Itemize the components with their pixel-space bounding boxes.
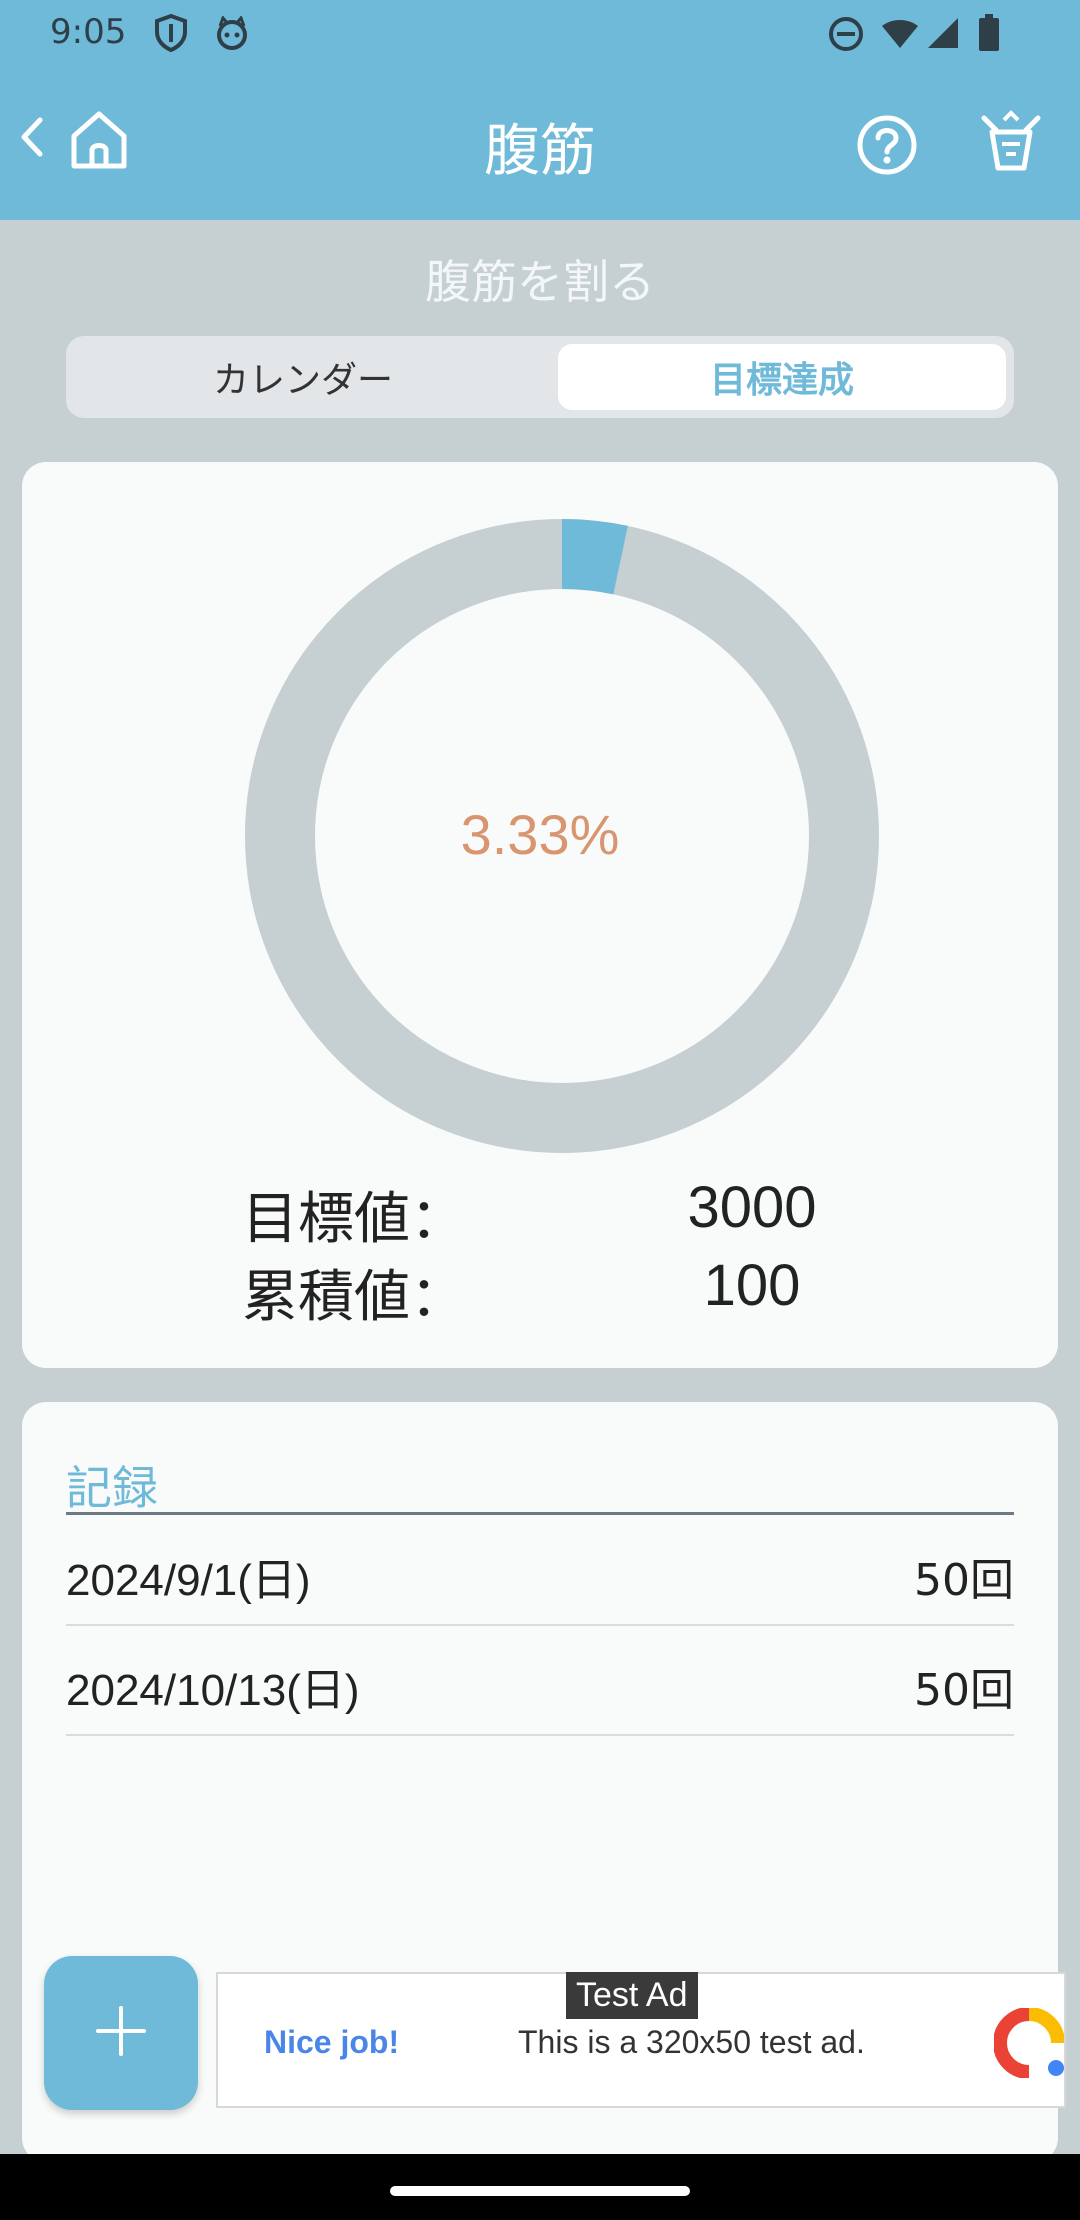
help-icon[interactable] [856,114,918,180]
system-nav-bar [0,2154,1080,2220]
wifi-icon [880,18,920,54]
records-divider [66,1512,1014,1515]
status-time: 9:05 [50,12,127,52]
app-bar: 腹筋 [0,66,1080,220]
target-value: 3000 [687,1175,817,1240]
ad-body: This is a 320x50 test ad. [518,2024,865,2060]
tab-goal-achievement[interactable]: 目標達成 [558,344,1006,410]
plus-icon [96,2006,146,2060]
signal-icon [926,16,960,54]
record-count: 50回 [914,1665,1014,1716]
view-tabs: カレンダー 目標達成 [66,336,1014,418]
target-label: 目標値： [242,1187,466,1252]
goal-card: 3.33% 目標値： 3000 累積値： 100 [22,462,1058,1368]
app-title: 腹筋 [484,119,596,184]
shield-icon [154,13,188,56]
ad-banner[interactable]: Test Ad Nice job! This is a 320x50 test … [216,1972,1066,2108]
goal-percent: 3.33% [460,803,620,866]
record-date: 2024/10/13(日) [66,1666,360,1715]
cat-face-icon [214,15,250,54]
trophy-icon[interactable] [978,110,1044,180]
battery-icon [978,14,1000,56]
record-date: 2024/9/1(日) [66,1556,311,1605]
ad-headline: Nice job! [264,2024,400,2060]
record-row[interactable]: 2024/10/13(日) 50回 [66,1626,1014,1736]
donut-progress [561,519,628,595]
cumulative-value: 100 [703,1253,801,1318]
record-row[interactable]: 2024/9/1(日) 50回 [66,1516,1014,1626]
home-gesture-handle[interactable] [390,2186,690,2196]
ad-tag: Test Ad [566,1972,698,2019]
ad-logo-icon [993,2007,1065,2082]
cumulative-label: 累積値： [242,1265,466,1330]
status-bar: 9:05 [0,0,1080,66]
page-subtitle: 腹筋を割る [425,255,655,309]
tab-calendar[interactable]: カレンダー [66,336,540,418]
do-not-disturb-icon [828,16,864,56]
add-record-button[interactable] [44,1956,198,2110]
records-heading: 記録 [66,1461,158,1515]
record-count: 50回 [914,1555,1014,1606]
